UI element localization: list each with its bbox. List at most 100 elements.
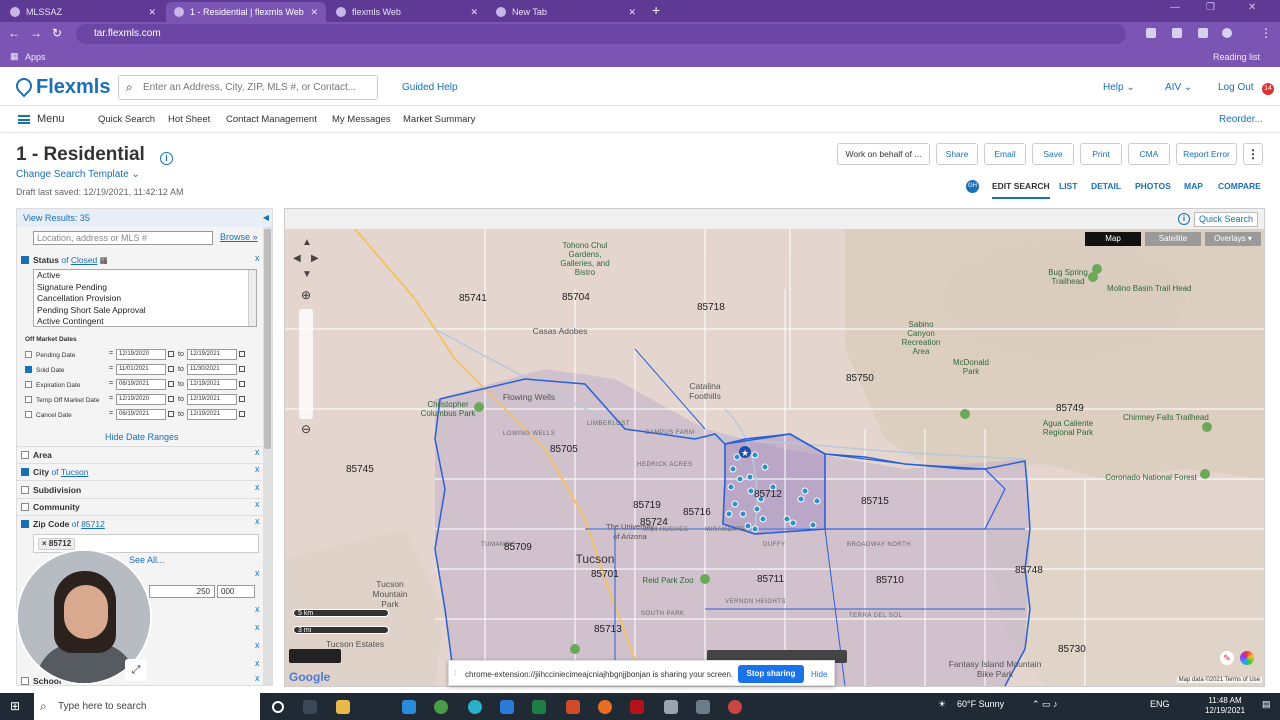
expand-webcam-icon[interactable]: ⤢ (125, 659, 147, 681)
chrome-menu-icon[interactable]: ⋮ (1260, 26, 1272, 40)
cancel-date-to[interactable]: 12/19/2021 (187, 409, 237, 420)
cma-button[interactable]: CMA (1128, 143, 1170, 165)
flexmls-logo[interactable]: Flexmls (12, 74, 110, 99)
calendar-icon[interactable] (168, 396, 174, 402)
close-tab-icon[interactable]: ✕ (310, 2, 318, 22)
zip-code-checkbox[interactable] (21, 520, 29, 528)
remove-criteria-icon[interactable]: x (255, 622, 260, 632)
bookmark-star-icon[interactable] (1172, 28, 1182, 38)
global-search-input[interactable]: ⌕ Enter an Address, City, ZIP, MLS #, or … (118, 75, 378, 100)
quick-search-button[interactable]: Quick Search (1193, 212, 1258, 227)
expiration-date-from[interactable]: 06/19/2021 (116, 379, 166, 390)
drag-handle-icon[interactable]: ⁞ (454, 669, 456, 678)
info-icon[interactable]: i (160, 152, 173, 165)
email-button[interactable]: Email (984, 143, 1026, 165)
tray-icons[interactable]: ⌃ ▭ ♪ (1032, 699, 1058, 710)
pan-down-icon[interactable]: ▼ (302, 269, 312, 280)
forward-icon[interactable]: → (30, 26, 42, 40)
zoom-out-icon[interactable]: ⊖ (301, 422, 311, 436)
notification-badge[interactable]: 14 (1262, 83, 1274, 95)
cancel-date-checkbox[interactable] (25, 411, 32, 418)
taskbar-clock[interactable]: 11:48 AM 12/19/2021 (1205, 696, 1245, 716)
city-checkbox[interactable] (21, 468, 29, 476)
url-field[interactable]: tar.flexmls.com (76, 24, 1126, 44)
weather-text[interactable]: 60°F Sunny (957, 699, 1004, 709)
map-overlays-dropdown[interactable]: Overlays ▾ (1205, 232, 1261, 246)
help-menu[interactable]: Help ⌄ (1103, 82, 1135, 93)
browser-tab-mlssaz[interactable]: MLSSAZ ✕ (2, 2, 164, 22)
maximize-icon[interactable]: ❐ (1206, 2, 1215, 13)
scrollbar-thumb[interactable] (264, 229, 271, 449)
area-criteria[interactable]: Area (21, 450, 52, 460)
share-button[interactable]: Share (936, 143, 978, 165)
remove-criteria-icon[interactable]: x (255, 604, 260, 614)
taskbar-search[interactable]: ⌕ Type here to search (34, 693, 260, 720)
app-icon[interactable] (664, 700, 678, 714)
change-search-template[interactable]: Change Search Template ⌄ (16, 169, 140, 180)
close-window-icon[interactable]: ✕ (1248, 2, 1256, 13)
tab-photos[interactable]: PHOTOS (1135, 181, 1171, 191)
pan-up-icon[interactable]: ▲ (302, 237, 312, 248)
guided-help-link[interactable]: Guided Help (402, 82, 458, 93)
color-wheel-icon[interactable] (1240, 651, 1254, 665)
file-explorer-icon[interactable] (336, 700, 350, 714)
left-panel-scrollbar[interactable] (263, 227, 272, 685)
map-type-map[interactable]: Map (1085, 232, 1141, 246)
status-option[interactable]: Signature Pending (37, 282, 256, 294)
map-nav-toolbar[interactable] (289, 649, 341, 663)
back-icon[interactable]: ← (8, 26, 20, 40)
community-checkbox[interactable] (21, 503, 29, 511)
menu-button[interactable]: Menu (37, 113, 65, 125)
sold-date-to[interactable]: 11/30/2021 (187, 364, 237, 375)
browser-tab-flexmls-web[interactable]: flexmls Web ✕ (328, 2, 486, 22)
tab-edit-search[interactable]: EDIT SEARCH (992, 181, 1050, 199)
remove-area-icon[interactable]: x (255, 447, 260, 457)
nav-my-messages[interactable]: My Messages (332, 114, 391, 125)
collapse-panel-icon[interactable]: ◀ (263, 209, 269, 227)
price-max-input[interactable]: 000 (217, 585, 255, 598)
subdivision-criteria[interactable]: Subdivision (21, 485, 81, 495)
status-option[interactable]: Cancellation Provision (37, 293, 256, 305)
mail-icon[interactable] (500, 700, 514, 714)
calendar-icon[interactable] (168, 366, 174, 372)
hide-date-ranges-link[interactable]: Hide Date Ranges (105, 432, 179, 442)
extension-icon[interactable] (1198, 28, 1208, 38)
cortana-icon[interactable] (272, 701, 284, 713)
remove-community-icon[interactable]: x (255, 499, 260, 509)
pan-right-icon[interactable]: ▶ (311, 253, 319, 264)
status-listbox[interactable]: Active Signature Pending Cancellation Pr… (33, 269, 257, 327)
report-error-button[interactable]: Report Error (1176, 143, 1237, 165)
temp-off-market-from[interactable]: 12/19/2020 (116, 394, 166, 405)
calendar-icon[interactable] (239, 366, 245, 372)
cancel-date-from[interactable]: 06/19/2021 (116, 409, 166, 420)
listbox-scrollbar[interactable] (248, 270, 256, 326)
status-option[interactable]: Pending Short Sale Approval (37, 305, 256, 317)
nav-market-summary[interactable]: Market Summary (403, 114, 475, 125)
close-tab-icon[interactable]: ✕ (628, 2, 636, 22)
reading-list[interactable]: Reading list (1213, 52, 1260, 62)
calendar-icon[interactable]: ▦ (100, 255, 108, 265)
remove-status-icon[interactable]: x (255, 253, 260, 263)
nav-quick-search[interactable]: Quick Search (98, 114, 155, 125)
hide-sharing-button[interactable]: Hide (811, 670, 827, 679)
close-tab-icon[interactable]: ✕ (148, 2, 156, 22)
language-indicator[interactable]: ENG (1150, 699, 1170, 709)
remove-criteria-icon[interactable]: x (255, 568, 260, 578)
extension-rec-icon[interactable] (1146, 28, 1156, 38)
chrome-icon[interactable] (434, 700, 448, 714)
expiration-date-checkbox[interactable] (25, 381, 32, 388)
status-checkbox[interactable] (21, 256, 29, 264)
remove-school-icon[interactable]: x (255, 673, 260, 683)
hamburger-menu-icon[interactable] (18, 115, 30, 124)
pan-left-icon[interactable]: ◀ (293, 253, 301, 264)
browse-link[interactable]: Browse » (220, 232, 258, 242)
remove-criteria-icon[interactable]: x (255, 658, 260, 668)
calendar-icon[interactable] (168, 351, 174, 357)
area-checkbox[interactable] (21, 451, 29, 459)
tab-compare[interactable]: COMPARE (1218, 181, 1261, 191)
print-button[interactable]: Print (1080, 143, 1122, 165)
calendar-icon[interactable] (239, 396, 245, 402)
price-min-input[interactable]: 250 (149, 585, 215, 598)
map-data-attribution[interactable]: Map data ©2021 Terms of Use (1176, 677, 1262, 683)
app-icon[interactable] (566, 700, 580, 714)
